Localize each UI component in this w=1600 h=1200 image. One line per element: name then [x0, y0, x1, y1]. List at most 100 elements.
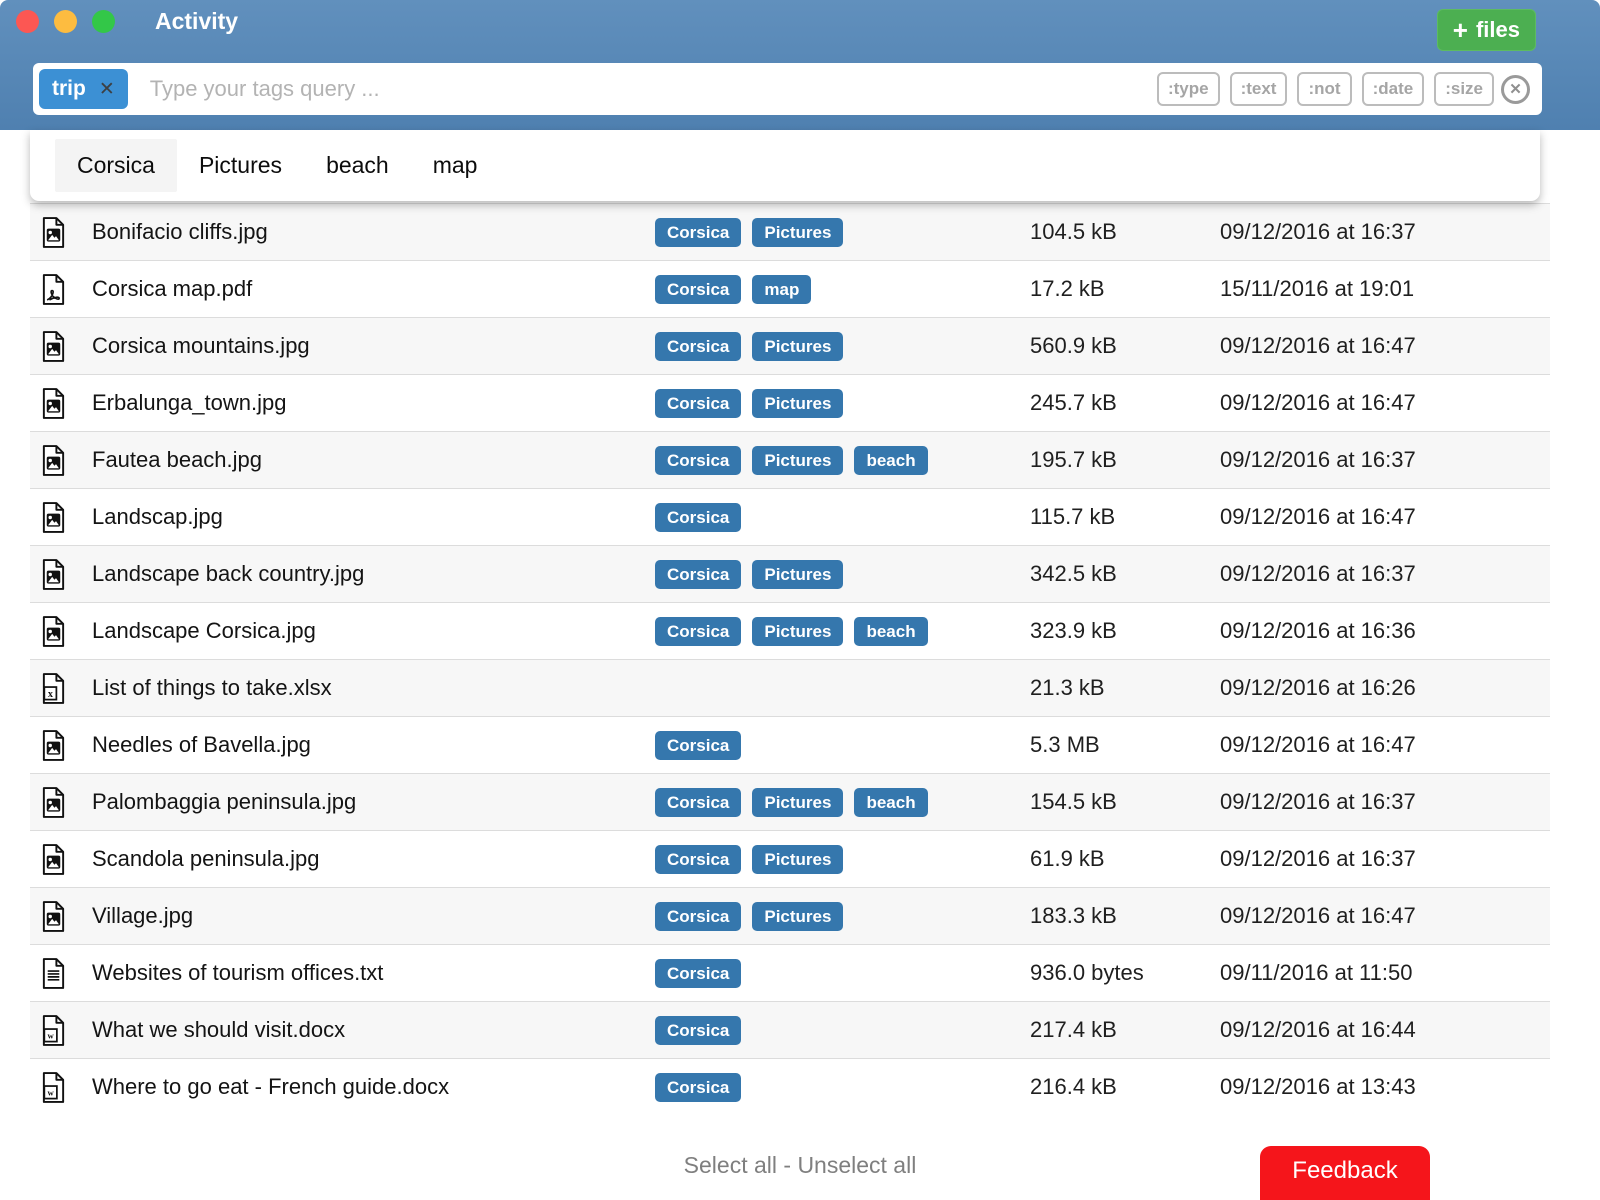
file-date: 09/12/2016 at 16:37 [1220, 561, 1550, 587]
table-row[interactable]: x List of things to take.xlsx 21.3 kB 09… [30, 659, 1550, 716]
suggestion-item-map[interactable]: map [411, 139, 500, 192]
file-size: 195.7 kB [1030, 447, 1220, 473]
clear-search-button[interactable]: ✕ [1501, 75, 1530, 104]
file-tag[interactable]: Pictures [752, 560, 843, 589]
image-file-icon [40, 729, 67, 762]
tag-chip-trip[interactable]: trip ✕ [39, 69, 128, 109]
file-size: 216.4 kB [1030, 1074, 1220, 1100]
file-date: 09/12/2016 at 16:47 [1220, 504, 1550, 530]
image-file-icon [40, 216, 67, 249]
file-size: 115.7 kB [1030, 504, 1220, 530]
table-row[interactable]: Fautea beach.jpg CorsicaPicturesbeach 19… [30, 431, 1550, 488]
svg-text:w: w [47, 1030, 54, 1040]
close-window-button[interactable] [16, 10, 39, 33]
table-row[interactable]: Scandola peninsula.jpg CorsicaPictures 6… [30, 830, 1550, 887]
file-tag[interactable]: Corsica [655, 503, 741, 532]
file-tag[interactable]: Pictures [752, 332, 843, 361]
feedback-button[interactable]: Feedback [1260, 1146, 1430, 1200]
table-row[interactable]: Bonifacio cliffs.jpg CorsicaPictures 104… [30, 203, 1550, 260]
table-row[interactable]: w Where to go eat - French guide.docx Co… [30, 1058, 1550, 1115]
file-tags: Corsica Pictures beach [655, 446, 1030, 475]
filter-button-date[interactable]: :date [1362, 72, 1425, 106]
file-tag[interactable]: beach [854, 446, 927, 475]
file-size: 61.9 kB [1030, 846, 1220, 872]
file-tag[interactable]: Pictures [752, 902, 843, 931]
table-row[interactable]: Corsica map.pdf Corsicamap 17.2 kB 15/11… [30, 260, 1550, 317]
file-name: Corsica mountains.jpg [92, 333, 655, 359]
filter-button-size[interactable]: :size [1434, 72, 1494, 106]
file-name: Landscape back country.jpg [92, 561, 655, 587]
file-date: 09/12/2016 at 16:37 [1220, 447, 1550, 473]
file-tag[interactable]: Corsica [655, 1073, 741, 1102]
suggestion-item-corsica[interactable]: Corsica [55, 139, 177, 192]
file-tag[interactable]: Pictures [752, 845, 843, 874]
file-tag[interactable]: map [752, 275, 811, 304]
table-row[interactable]: Village.jpg CorsicaPictures 183.3 kB 09/… [30, 887, 1550, 944]
unselect-all-link[interactable]: Unselect all [797, 1152, 916, 1178]
zoom-window-button[interactable] [92, 10, 115, 33]
file-tag[interactable]: Corsica [655, 1016, 741, 1045]
file-tag[interactable]: Pictures [752, 788, 843, 817]
file-tag[interactable]: Corsica [655, 275, 741, 304]
file-type-icon-slot [40, 615, 92, 648]
file-date: 15/11/2016 at 19:01 [1220, 276, 1550, 302]
table-row[interactable]: Landscape back country.jpg Corsica Pictur… [30, 545, 1550, 602]
table-row[interactable]: Needles of Bavella.jpg Corsica 5.3 MB 09… [30, 716, 1550, 773]
filter-button-text[interactable]: :text [1230, 72, 1288, 106]
file-tag[interactable]: Pictures [752, 617, 843, 646]
file-date: 09/11/2016 at 11:50 [1220, 960, 1550, 986]
table-row[interactable]: Palombaggia peninsula.jpg CorsicaPicture… [30, 773, 1550, 830]
file-date: 09/12/2016 at 16:37 [1220, 219, 1550, 245]
suggestion-item-pictures[interactable]: Pictures [177, 139, 304, 192]
file-tags: Corsica Pictures [655, 389, 1030, 418]
file-tags: Corsica Pictures [655, 560, 1030, 589]
table-row[interactable]: Landscape Corsica.jpg CorsicaPicturesbea… [30, 602, 1550, 659]
file-name: Landscap.jpg [92, 504, 655, 530]
file-tag[interactable]: Corsica [655, 218, 741, 247]
pdf-file-icon [40, 273, 67, 306]
table-row[interactable]: Erbalunga_town.jpg Corsica Pictures 245.7… [30, 374, 1550, 431]
filter-button-not[interactable]: :not [1297, 72, 1351, 106]
select-all-link[interactable]: Select all [684, 1152, 777, 1178]
file-tag[interactable]: Corsica [655, 845, 741, 874]
table-row[interactable]: Websites of tourism offices.txt Corsica … [30, 944, 1550, 1001]
file-type-icon-slot [40, 957, 92, 990]
file-date: 09/12/2016 at 16:26 [1220, 675, 1550, 701]
file-tag[interactable]: Corsica [655, 788, 741, 817]
filter-button-type[interactable]: :type [1157, 72, 1220, 106]
file-tag[interactable]: Corsica [655, 902, 741, 931]
file-size: 104.5 kB [1030, 219, 1220, 245]
file-tag[interactable]: Corsica [655, 560, 741, 589]
file-tag[interactable]: Corsica [655, 731, 741, 760]
suggestion-item-beach[interactable]: beach [304, 139, 411, 192]
table-row[interactable]: Corsica mountains.jpg CorsicaPictures 56… [30, 317, 1550, 374]
file-tag[interactable]: Corsica [655, 332, 741, 361]
file-tag[interactable]: Corsica [655, 617, 741, 646]
file-type-icon-slot [40, 273, 92, 306]
file-tag[interactable]: beach [854, 788, 927, 817]
file-tag[interactable]: beach [854, 617, 927, 646]
file-type-icon-slot [40, 387, 92, 420]
add-files-label: files [1476, 17, 1520, 43]
table-row[interactable]: w What we should visit.docx Corsica 217.… [30, 1001, 1550, 1058]
search-input[interactable] [132, 76, 1157, 102]
add-files-button[interactable]: + files [1437, 9, 1536, 51]
table-row[interactable]: Landscap.jpg Corsica 115.7 kB 09/12/2016… [30, 488, 1550, 545]
file-tag[interactable]: Pictures [752, 389, 843, 418]
file-tag[interactable]: Pictures [752, 218, 843, 247]
file-name: What we should visit.docx [92, 1017, 655, 1043]
file-tags: Corsica Pictures beach [655, 788, 1030, 817]
word-file-icon: w [40, 1071, 67, 1104]
file-tag[interactable]: Corsica [655, 959, 741, 988]
file-size: 245.7 kB [1030, 390, 1220, 416]
file-name: Erbalunga_town.jpg [92, 390, 655, 416]
chip-remove-icon[interactable]: ✕ [99, 80, 115, 99]
file-tags: Corsica [655, 503, 1030, 532]
file-tag[interactable]: Corsica [655, 446, 741, 475]
file-tag[interactable]: Corsica [655, 389, 741, 418]
file-tag[interactable]: Pictures [752, 446, 843, 475]
file-table: Bonifacio cliffs.jpg CorsicaPictures 104… [30, 203, 1550, 1115]
file-type-icon-slot: w [40, 1071, 92, 1104]
file-tags: Corsica Pictures [655, 332, 1030, 361]
minimize-window-button[interactable] [54, 10, 77, 33]
